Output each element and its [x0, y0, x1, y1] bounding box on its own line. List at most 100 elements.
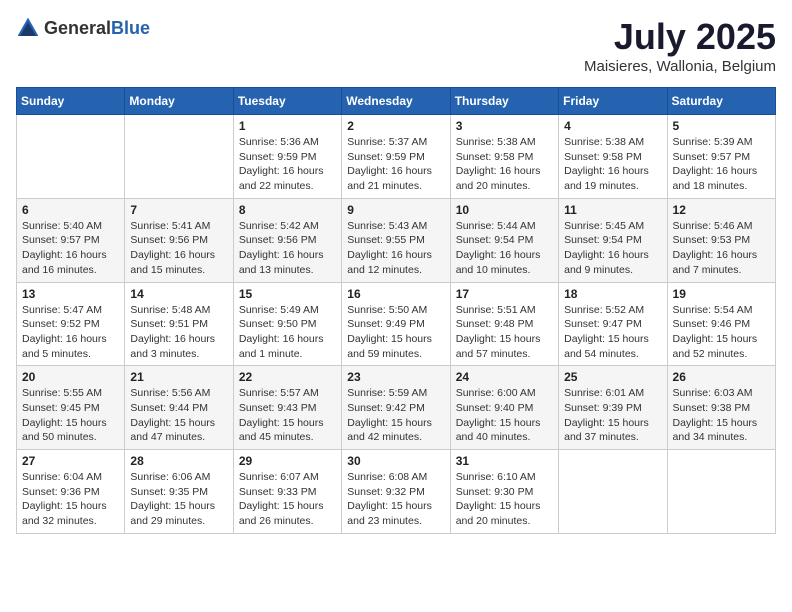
day-info: Sunrise: 5:45 AM Sunset: 9:54 PM Dayligh… — [564, 219, 661, 278]
table-row: 26Sunrise: 6:03 AM Sunset: 9:38 PM Dayli… — [667, 366, 775, 450]
day-info: Sunrise: 6:07 AM Sunset: 9:33 PM Dayligh… — [239, 470, 336, 529]
logo-blue: Blue — [111, 18, 150, 38]
day-number: 24 — [456, 370, 553, 384]
day-info: Sunrise: 5:51 AM Sunset: 9:48 PM Dayligh… — [456, 303, 553, 362]
day-info: Sunrise: 5:49 AM Sunset: 9:50 PM Dayligh… — [239, 303, 336, 362]
day-info: Sunrise: 6:06 AM Sunset: 9:35 PM Dayligh… — [130, 470, 227, 529]
table-row: 31 Sunrise: 6:10 AM Sunset: 9:30 PM Dayli… — [450, 450, 558, 534]
table-row: 14Sunrise: 5:48 AM Sunset: 9:51 PM Dayli… — [125, 282, 233, 366]
day-number: 18 — [564, 287, 661, 301]
col-thursday: Thursday — [450, 88, 558, 115]
day-number: 3 — [456, 119, 553, 133]
col-tuesday: Tuesday — [233, 88, 341, 115]
table-row: 13 Sunrise: 5:47 AM Sunset: 9:52 PM Dayli… — [17, 282, 125, 366]
day-number: 14 — [130, 287, 227, 301]
table-row: 10 Sunrise: 5:44 AM Sunset: 9:54 PM Dayli… — [450, 198, 558, 282]
day-info: Sunrise: 6:01 AM Sunset: 9:39 PM Dayligh… — [564, 386, 661, 445]
table-row: 3 Sunrise: 5:38 AM Sunset: 9:58 PM Daylig… — [450, 115, 558, 199]
day-info: Sunrise: 5:56 AM Sunset: 9:44 PM Dayligh… — [130, 386, 227, 445]
day-info: Sunrise: 6:00 AM Sunset: 9:40 PM Dayligh… — [456, 386, 553, 445]
day-info: Sunrise: 5:40 AM Sunset: 9:57 PM Dayligh… — [22, 219, 119, 278]
day-number: 13 — [22, 287, 119, 301]
day-info: Sunrise: 5:57 AM Sunset: 9:43 PM Dayligh… — [239, 386, 336, 445]
table-row: 11 Sunrise: 5:45 AM Sunset: 9:54 PM Dayli… — [559, 198, 667, 282]
table-row: 20Sunrise: 5:55 AM Sunset: 9:45 PM Dayli… — [17, 366, 125, 450]
day-number: 6 — [22, 203, 119, 217]
location-subtitle: Maisieres, Wallonia, Belgium — [584, 58, 776, 75]
day-info: Sunrise: 5:47 AM Sunset: 9:52 PM Dayligh… — [22, 303, 119, 362]
table-row — [667, 450, 775, 534]
col-wednesday: Wednesday — [342, 88, 450, 115]
col-sunday: Sunday — [17, 88, 125, 115]
day-number: 26 — [673, 370, 770, 384]
day-number: 12 — [673, 203, 770, 217]
table-row — [125, 115, 233, 199]
day-number: 2 — [347, 119, 444, 133]
day-number: 25 — [564, 370, 661, 384]
table-row: 6 Sunrise: 5:40 AM Sunset: 9:57 PM Daylig… — [17, 198, 125, 282]
table-row: 19 Sunrise: 5:54 AM Sunset: 9:46 PM Dayli… — [667, 282, 775, 366]
day-info: Sunrise: 5:39 AM Sunset: 9:57 PM Dayligh… — [673, 135, 770, 194]
col-friday: Friday — [559, 88, 667, 115]
table-row: 15 Sunrise: 5:49 AM Sunset: 9:50 PM Dayli… — [233, 282, 341, 366]
table-row: 9Sunrise: 5:43 AM Sunset: 9:55 PM Daylig… — [342, 198, 450, 282]
day-info: Sunrise: 5:38 AM Sunset: 9:58 PM Dayligh… — [564, 135, 661, 194]
day-number: 31 — [456, 454, 553, 468]
day-number: 15 — [239, 287, 336, 301]
table-row: 29 Sunrise: 6:07 AM Sunset: 9:33 PM Dayli… — [233, 450, 341, 534]
day-number: 28 — [130, 454, 227, 468]
table-row: 23 Sunrise: 5:59 AM Sunset: 9:42 PM Dayli… — [342, 366, 450, 450]
calendar-week-2: 6 Sunrise: 5:40 AM Sunset: 9:57 PM Daylig… — [17, 198, 776, 282]
logo: GeneralBlue — [16, 16, 150, 40]
page-header: GeneralBlue July 2025 Maisieres, Walloni… — [16, 16, 776, 75]
table-row: 28 Sunrise: 6:06 AM Sunset: 9:35 PM Dayli… — [125, 450, 233, 534]
day-info: Sunrise: 5:43 AM Sunset: 9:55 PM Dayligh… — [347, 219, 444, 278]
day-number: 4 — [564, 119, 661, 133]
day-info: Sunrise: 5:36 AM Sunset: 9:59 PM Dayligh… — [239, 135, 336, 194]
day-info: Sunrise: 5:55 AM Sunset: 9:45 PM Dayligh… — [22, 386, 119, 445]
logo-icon — [16, 16, 40, 40]
day-number: 27 — [22, 454, 119, 468]
title-section: July 2025 Maisieres, Wallonia, Belgium — [584, 16, 776, 75]
calendar-week-5: 27 Sunrise: 6:04 AM Sunset: 9:36 PM Dayli… — [17, 450, 776, 534]
day-info: Sunrise: 5:50 AM Sunset: 9:49 PM Dayligh… — [347, 303, 444, 362]
table-row — [17, 115, 125, 199]
calendar-week-4: 20Sunrise: 5:55 AM Sunset: 9:45 PM Dayli… — [17, 366, 776, 450]
day-info: Sunrise: 5:59 AM Sunset: 9:42 PM Dayligh… — [347, 386, 444, 445]
table-row: 16 Sunrise: 5:50 AM Sunset: 9:49 PM Dayli… — [342, 282, 450, 366]
day-number: 22 — [239, 370, 336, 384]
table-row: 7Sunrise: 5:41 AM Sunset: 9:56 PM Daylig… — [125, 198, 233, 282]
logo-general: General — [44, 18, 111, 38]
day-info: Sunrise: 5:37 AM Sunset: 9:59 PM Dayligh… — [347, 135, 444, 194]
day-info: Sunrise: 6:04 AM Sunset: 9:36 PM Dayligh… — [22, 470, 119, 529]
day-number: 29 — [239, 454, 336, 468]
table-row: 25 Sunrise: 6:01 AM Sunset: 9:39 PM Dayli… — [559, 366, 667, 450]
day-info: Sunrise: 6:10 AM Sunset: 9:30 PM Dayligh… — [456, 470, 553, 529]
day-info: Sunrise: 5:54 AM Sunset: 9:46 PM Dayligh… — [673, 303, 770, 362]
table-row: 2 Sunrise: 5:37 AM Sunset: 9:59 PM Daylig… — [342, 115, 450, 199]
table-row: 12 Sunrise: 5:46 AM Sunset: 9:53 PM Dayli… — [667, 198, 775, 282]
day-number: 19 — [673, 287, 770, 301]
logo-text: GeneralBlue — [44, 18, 150, 39]
table-row: 8Sunrise: 5:42 AM Sunset: 9:56 PM Daylig… — [233, 198, 341, 282]
calendar-week-1: 1Sunrise: 5:36 AM Sunset: 9:59 PM Daylig… — [17, 115, 776, 199]
day-number: 7 — [130, 203, 227, 217]
day-info: Sunrise: 5:38 AM Sunset: 9:58 PM Dayligh… — [456, 135, 553, 194]
day-number: 23 — [347, 370, 444, 384]
table-row: 4 Sunrise: 5:38 AM Sunset: 9:58 PM Daylig… — [559, 115, 667, 199]
day-number: 16 — [347, 287, 444, 301]
day-number: 11 — [564, 203, 661, 217]
table-row: 24 Sunrise: 6:00 AM Sunset: 9:40 PM Dayli… — [450, 366, 558, 450]
table-row — [559, 450, 667, 534]
day-number: 30 — [347, 454, 444, 468]
col-monday: Monday — [125, 88, 233, 115]
day-number: 10 — [456, 203, 553, 217]
calendar-week-3: 13 Sunrise: 5:47 AM Sunset: 9:52 PM Dayli… — [17, 282, 776, 366]
day-number: 17 — [456, 287, 553, 301]
day-info: Sunrise: 5:44 AM Sunset: 9:54 PM Dayligh… — [456, 219, 553, 278]
table-row: 17 Sunrise: 5:51 AM Sunset: 9:48 PM Dayli… — [450, 282, 558, 366]
day-info: Sunrise: 6:08 AM Sunset: 9:32 PM Dayligh… — [347, 470, 444, 529]
day-info: Sunrise: 5:46 AM Sunset: 9:53 PM Dayligh… — [673, 219, 770, 278]
month-year-title: July 2025 — [584, 16, 776, 58]
table-row: 30 Sunrise: 6:08 AM Sunset: 9:32 PM Dayli… — [342, 450, 450, 534]
